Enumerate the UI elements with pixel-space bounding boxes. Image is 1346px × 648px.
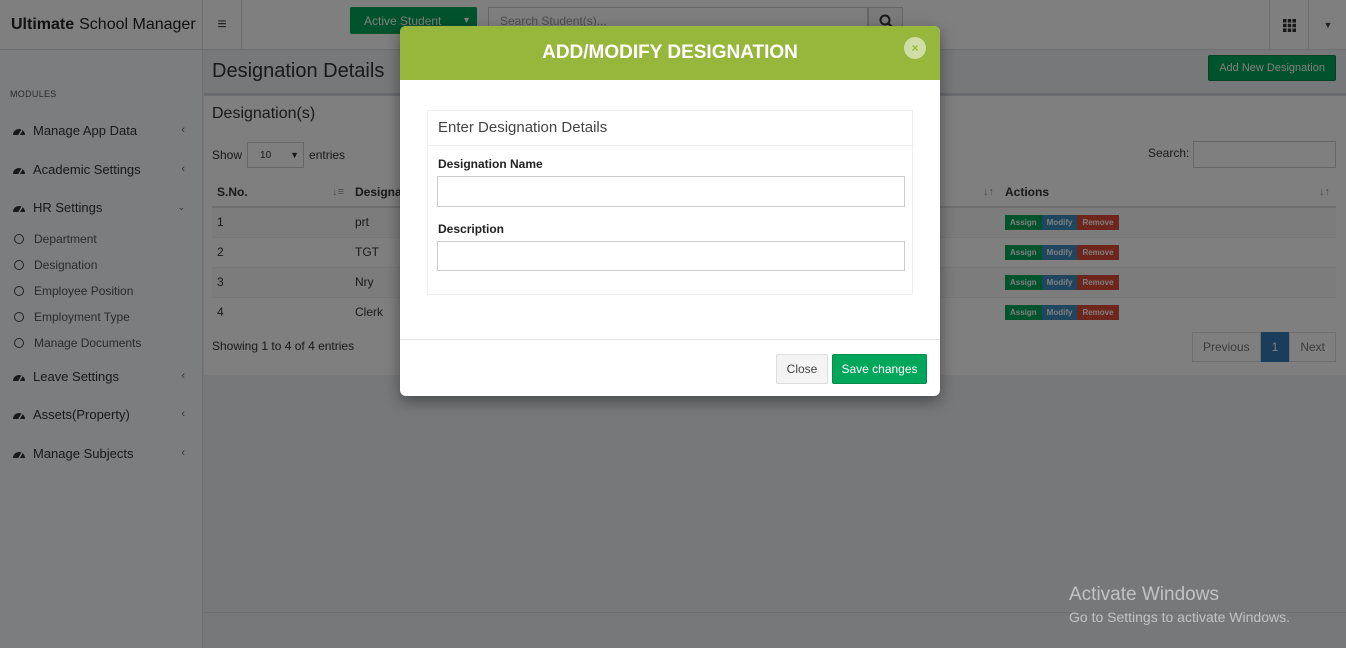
close-button[interactable]: Close <box>776 354 828 384</box>
modal-header: ADD/MODIFY DESIGNATION × <box>400 26 940 80</box>
modal-close-button[interactable]: × <box>904 37 926 59</box>
modal-footer: Close Save changes <box>400 339 940 396</box>
designation-name-label: Designation Name <box>438 157 543 171</box>
designation-modal: ADD/MODIFY DESIGNATION × Enter Designati… <box>400 26 940 396</box>
designation-form-box: Enter Designation Details Designation Na… <box>427 110 914 295</box>
description-input[interactable] <box>437 241 905 271</box>
watermark-subtitle: Go to Settings to activate Windows. <box>1069 609 1290 625</box>
divider <box>428 145 914 146</box>
designation-name-input[interactable] <box>437 176 905 207</box>
description-label: Description <box>438 222 505 236</box>
close-icon: × <box>911 41 919 55</box>
form-section-title: Enter Designation Details <box>438 119 608 136</box>
windows-activation-watermark: Activate Windows Go to Settings to activ… <box>1069 584 1290 625</box>
save-changes-button[interactable]: Save changes <box>832 354 927 384</box>
modal-title: ADD/MODIFY DESIGNATION <box>542 42 798 63</box>
watermark-title: Activate Windows <box>1069 584 1219 605</box>
